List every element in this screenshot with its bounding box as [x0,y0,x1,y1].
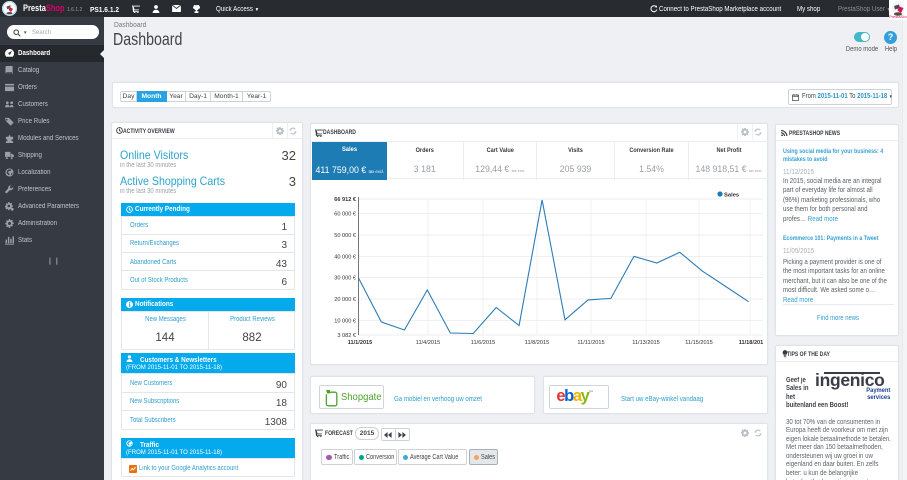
svg-text:3 082 €: 3 082 € [337,333,357,339]
svg-text:40 000 €: 40 000 € [334,254,357,260]
svg-text:11/4/2015: 11/4/2015 [416,340,440,346]
svg-text:11/15/2015: 11/15/2015 [685,340,713,346]
svg-text:11/1/2015: 11/1/2015 [348,340,373,346]
svg-text:11/18/201: 11/18/201 [739,340,764,346]
svg-text:60 000 €: 60 000 € [334,212,357,218]
svg-text:50 000 €: 50 000 € [334,233,357,239]
svg-text:11/6/2015: 11/6/2015 [471,340,495,346]
svg-text:10 000 €: 10 000 € [334,318,357,324]
svg-text:30 000 €: 30 000 € [334,276,357,282]
svg-text:66 912 €: 66 912 € [334,197,357,203]
svg-text:11/8/2015: 11/8/2015 [525,340,549,346]
svg-text:11/13/2015: 11/13/2015 [632,340,660,346]
svg-text:11/11/2015: 11/11/2015 [577,340,604,346]
svg-text:Sales: Sales [724,193,739,199]
svg-text:20 000 €: 20 000 € [334,297,357,303]
